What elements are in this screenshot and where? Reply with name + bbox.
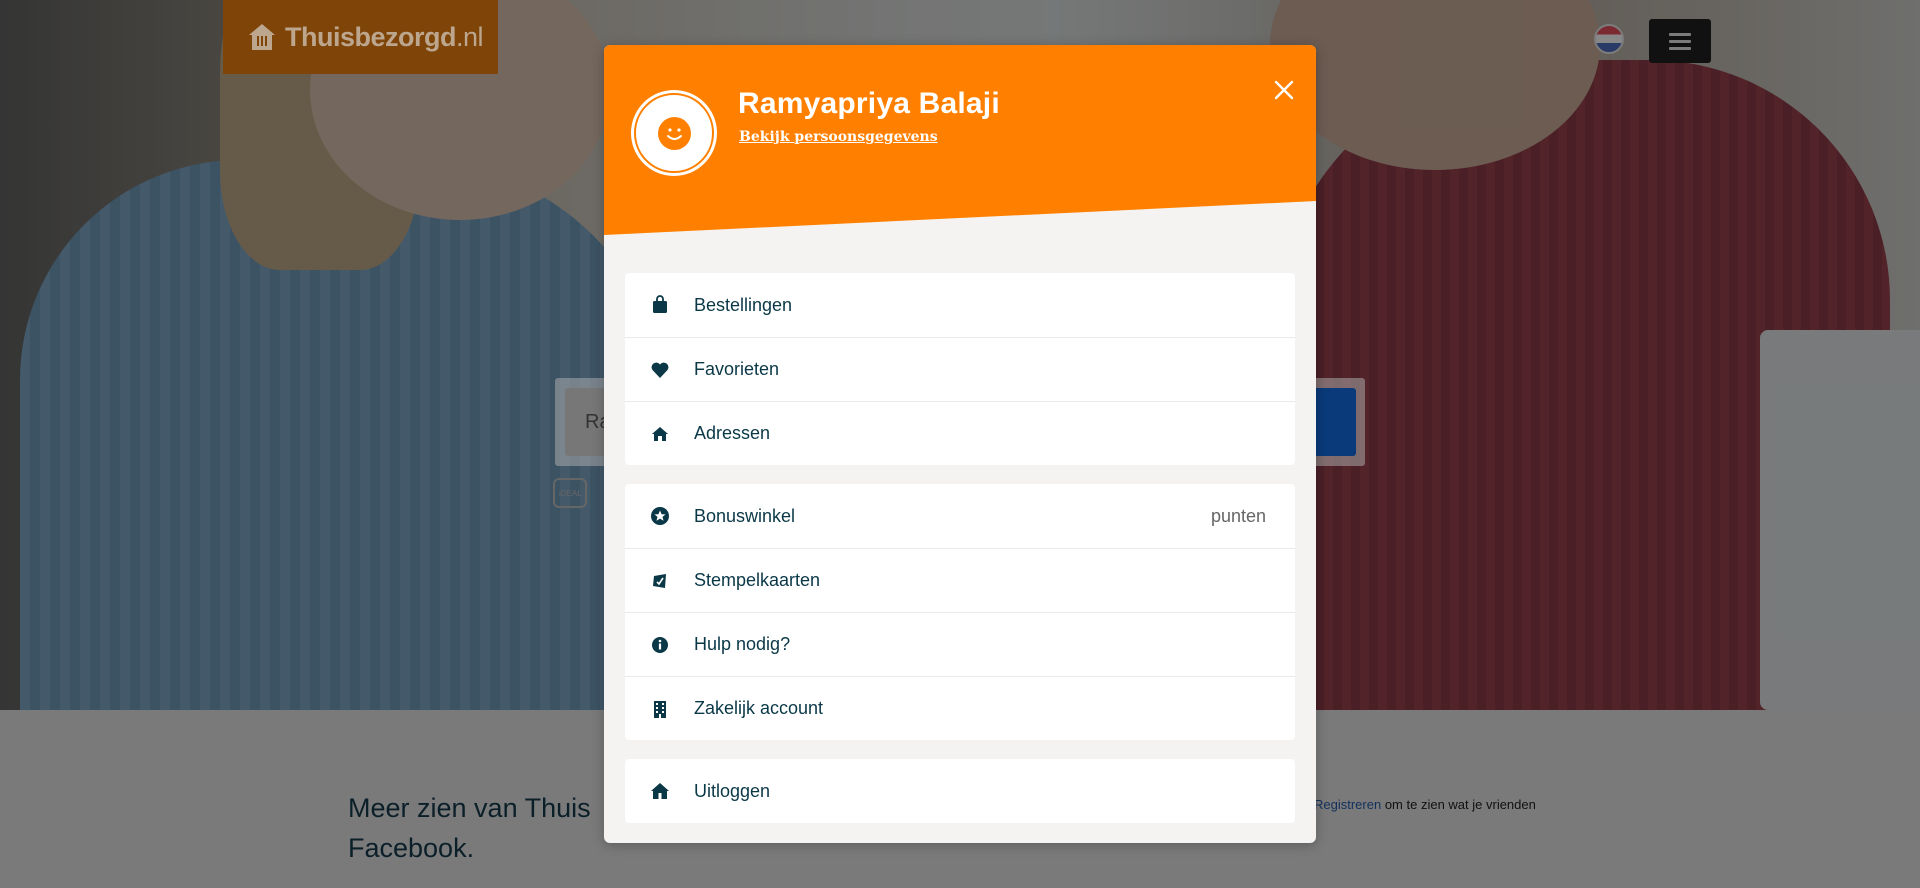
- menu-item-favorites[interactable]: Favorieten: [625, 337, 1295, 401]
- ideal-badge: iDEAL: [553, 478, 587, 508]
- menu-item-label: Adressen: [694, 423, 771, 443]
- facebook-register-line: Registreren om te zien wat je vrienden: [1314, 797, 1536, 812]
- menu-group-extras: Bonuswinkel punten Stempelkaarten Hulp n…: [625, 484, 1295, 740]
- menu-item-label: Uitloggen: [694, 780, 771, 801]
- menu-item-label: Bonuswinkel: [694, 505, 796, 526]
- logout-house-icon: [651, 783, 669, 799]
- menu-item-label: Favorieten: [694, 359, 780, 379]
- menu-item-label: Bestellingen: [694, 294, 793, 315]
- search-button[interactable]: [1310, 388, 1356, 456]
- menu-group-logout: Uitloggen: [625, 759, 1295, 823]
- hamburger-menu-button[interactable]: [1649, 19, 1711, 63]
- logo-house-icon: [249, 24, 275, 50]
- menu-item-stamp-cards[interactable]: Stempelkaarten: [625, 548, 1295, 612]
- menu-item-logout[interactable]: Uitloggen: [625, 759, 1295, 823]
- info-icon: [652, 637, 668, 653]
- menu-item-help[interactable]: Hulp nodig?: [625, 612, 1295, 676]
- heart-icon: [651, 362, 669, 378]
- bonus-points-text: punten: [1210, 505, 1266, 526]
- view-profile-link[interactable]: Bekijk persoonsgegevens: [739, 129, 938, 145]
- shopping-bag-icon: [653, 295, 667, 313]
- menu-group-orders: Bestellingen Favorieten Adressen: [625, 273, 1295, 465]
- register-link[interactable]: Registreren: [1314, 797, 1381, 812]
- menu-item-label: Hulp nodig?: [694, 634, 791, 654]
- menu-item-bonus-shop[interactable]: Bonuswinkel punten: [625, 484, 1295, 548]
- site-logo[interactable]: Thuisbezorgd.nl: [223, 0, 498, 74]
- menu-item-business-account[interactable]: Zakelijk account: [625, 676, 1295, 740]
- building-icon: [654, 701, 666, 718]
- menu-item-orders[interactable]: Bestellingen: [625, 273, 1295, 337]
- language-flag-icon[interactable]: [1594, 24, 1624, 54]
- account-menu-modal: Ramyapriya Balaji Bekijk persoonsgegeven…: [604, 45, 1316, 843]
- facebook-promo-text: Meer zien van Thuis Facebook.: [348, 793, 591, 863]
- user-name: Ramyapriya Balaji: [738, 87, 1000, 120]
- modal-header: Ramyapriya Balaji Bekijk persoonsgegeven…: [604, 45, 1316, 235]
- menu-item-label: Zakelijk account: [694, 698, 824, 718]
- stamp-card-icon: [653, 574, 666, 588]
- smiley-icon: [657, 116, 691, 150]
- home-icon: [652, 427, 668, 441]
- logo-text: Thuisbezorgd.nl: [285, 21, 484, 52]
- avatar: [634, 93, 714, 173]
- star-icon: [651, 507, 669, 525]
- menu-item-addresses[interactable]: Adressen: [625, 401, 1295, 465]
- close-icon[interactable]: [1272, 78, 1296, 102]
- menu-item-label: Stempelkaarten: [694, 570, 821, 590]
